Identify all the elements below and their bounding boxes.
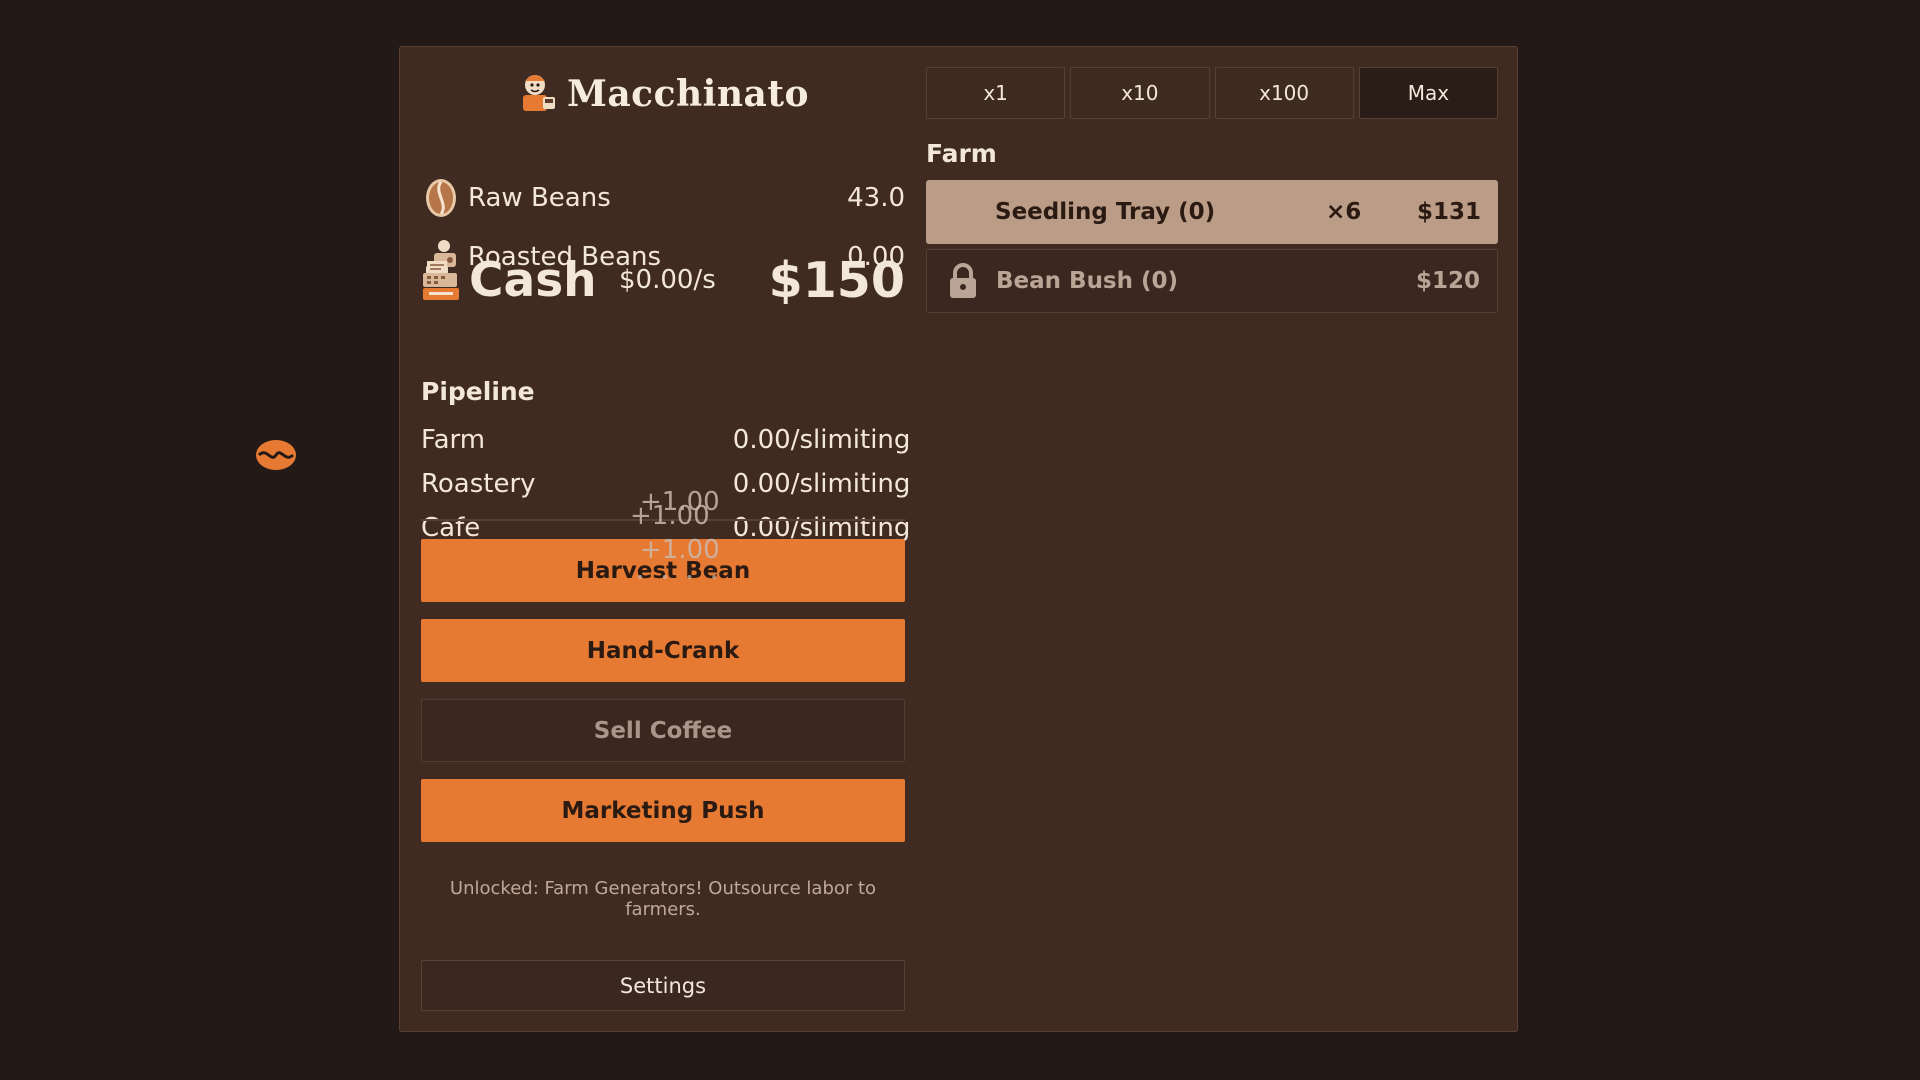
marketing-push-button[interactable]: Marketing Push [421, 779, 905, 842]
raw-beans-label: Raw Beans [468, 183, 611, 213]
raw-beans-value: 43.0 [847, 183, 905, 213]
multiplier-x100-button[interactable]: x100 [1214, 67, 1354, 119]
pipeline-stage-name: Farm [421, 425, 486, 455]
buy-multiplier-group: x1 x10 x100 Max [926, 67, 1498, 119]
multiplier-x10-button[interactable]: x10 [1070, 67, 1210, 119]
sell-coffee-button[interactable]: Sell Coffee [421, 699, 905, 762]
floating-gain-text: +1.00 [630, 501, 710, 531]
farm-section-title: Farm [926, 139, 997, 168]
generator-bean-bush[interactable]: Bean Bush (0) $120 [926, 249, 1498, 313]
hand-crank-button[interactable]: Hand-Crank [421, 619, 905, 682]
particle-dots: • • • • [636, 570, 725, 586]
generator-cost: $120 [1415, 268, 1480, 294]
pipeline-row-farm: Farm 0.00/s limiting [421, 420, 911, 460]
generator-name: Bean Bush (0) [996, 268, 1179, 294]
settings-button[interactable]: Settings [421, 960, 905, 1011]
title-bar: Macchinato [421, 71, 905, 117]
cash-row: Cash $0.00/s $150 [421, 247, 905, 313]
raw-beans-row: Raw Beans 43.0 [421, 175, 905, 221]
app-title: Macchinato [566, 73, 809, 115]
barista-mascot-icon [517, 71, 559, 117]
floating-gain-text: +1.00 [640, 535, 720, 565]
coffee-bean-icon [421, 178, 461, 218]
cash-register-icon [421, 259, 463, 301]
pipeline-stage-rate: 0.00/s [732, 425, 813, 455]
generator-seedling-tray[interactable]: Seedling Tray (0) ×6 $131 [926, 180, 1498, 244]
multiplier-x1-button[interactable]: x1 [926, 67, 1066, 119]
unlock-notice: Unlocked: Farm Generators! Outsource lab… [449, 878, 877, 920]
pipeline-stage-status: limiting [813, 425, 911, 455]
generator-cost: $131 [1416, 199, 1481, 225]
coffee-bean-decoration-icon[interactable] [255, 438, 297, 476]
cash-rate: $0.00/s [619, 265, 716, 295]
cash-label: Cash [469, 252, 597, 308]
generator-multiplier: ×6 [1326, 199, 1362, 225]
multiplier-max-button[interactable]: Max [1358, 67, 1498, 119]
game-panel: Macchinato Raw Beans 43.0 Roasted Beans … [399, 46, 1518, 1032]
pipeline-title: Pipeline [421, 377, 535, 406]
generator-name: Seedling Tray (0) [995, 199, 1216, 225]
lock-icon [947, 262, 979, 300]
cash-value: $150 [768, 251, 905, 309]
pipeline-stage-status: limiting [813, 469, 911, 499]
